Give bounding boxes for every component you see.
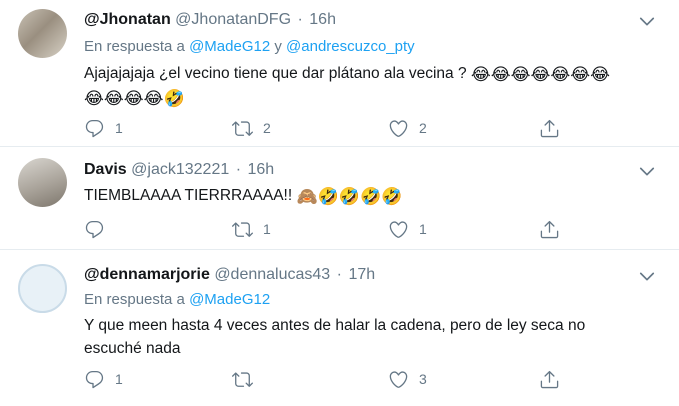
separator-dot: · <box>336 266 342 283</box>
reply-icon <box>84 219 105 240</box>
like-icon <box>388 219 409 240</box>
like-icon <box>388 369 409 390</box>
emoji-run: 🙈🤣🤣🤣🤣 <box>296 187 403 206</box>
tweet-header: @Jhonatan @JhonatanDFG · 16h <box>84 11 336 29</box>
tweet-actions: 1 2 2 <box>84 117 584 139</box>
like-button[interactable]: 2 <box>388 117 427 139</box>
user-handle[interactable]: @JhonatanDFG <box>175 11 291 28</box>
reply-icon <box>84 369 105 390</box>
retweet-button[interactable]: 2 <box>232 117 271 139</box>
tweet-text-content: TIEMBLAAAA TIERRRAAAA!! <box>84 187 293 204</box>
separator-dot: · <box>297 11 303 28</box>
mention-link[interactable]: @MadeG12 <box>189 38 270 55</box>
tweet-actions: 1 1 <box>84 218 584 240</box>
tweet-header: Davis @jack132221 · 16h <box>84 161 274 179</box>
tweet-text: Y que meen hasta 4 veces antes de halar … <box>84 314 644 360</box>
avatar[interactable] <box>18 9 67 58</box>
avatar[interactable] <box>18 264 67 313</box>
tweet-header: @dennamarjorie @dennalucas43 · 17h <box>84 266 375 284</box>
reply-button[interactable]: 1 <box>84 117 123 139</box>
like-count: 3 <box>419 371 427 387</box>
user-handle[interactable]: @dennalucas43 <box>214 266 330 283</box>
tweet-davis[interactable]: Davis @jack132221 · 16h TIEMBLAAAA TIERR… <box>0 147 679 250</box>
chevron-down-icon[interactable] <box>637 161 657 181</box>
share-button[interactable] <box>539 117 560 139</box>
emoji-run: 😂😂😂😂🤣 <box>84 89 185 108</box>
reply-count: 1 <box>115 120 123 136</box>
tweet-text-content: Ajajajajaja ¿el vecino tiene que dar plá… <box>84 65 467 82</box>
mention-join: y <box>274 38 282 55</box>
tweet-text: Ajajajajaja ¿el vecino tiene que dar plá… <box>84 62 654 110</box>
chevron-down-icon[interactable] <box>637 11 657 31</box>
emoji-run: 😂😂😂😂😂😂😂 <box>470 65 610 84</box>
retweet-button[interactable] <box>232 368 263 390</box>
display-name[interactable]: @dennamarjorie <box>84 266 210 283</box>
retweet-icon <box>232 369 253 390</box>
retweet-icon <box>232 219 253 240</box>
reply-icon <box>84 118 105 139</box>
display-name[interactable]: Davis <box>84 161 127 178</box>
reply-button[interactable]: 1 <box>84 368 123 390</box>
timestamp[interactable]: 16h <box>247 161 274 178</box>
reply-context: En respuesta a @MadeG12 <box>84 291 270 308</box>
tweet-dennamarjorie[interactable]: @dennamarjorie @dennalucas43 · 17h En re… <box>0 250 679 406</box>
like-button[interactable]: 1 <box>388 218 427 240</box>
like-count: 1 <box>419 221 427 237</box>
retweet-count: 1 <box>263 221 271 237</box>
separator-dot: · <box>235 161 242 178</box>
reply-count: 1 <box>115 371 123 387</box>
reply-prefix: En respuesta a <box>84 38 185 55</box>
display-name[interactable]: @Jhonatan <box>84 11 171 28</box>
share-icon <box>539 118 560 139</box>
timestamp[interactable]: 16h <box>309 11 336 28</box>
retweet-count: 2 <box>263 120 271 136</box>
mention-link[interactable]: @MadeG12 <box>189 291 270 308</box>
tweet-text-content: Y que meen hasta 4 veces antes de halar … <box>84 317 586 357</box>
timestamp[interactable]: 17h <box>348 266 375 283</box>
tweet-actions: 1 3 <box>84 368 584 390</box>
mention-link[interactable]: @andrescuzco_pty <box>286 38 415 55</box>
reply-prefix: En respuesta a <box>84 291 185 308</box>
retweet-button[interactable]: 1 <box>232 218 271 240</box>
share-icon <box>539 369 560 390</box>
share-button[interactable] <box>539 218 560 240</box>
avatar[interactable] <box>18 158 67 207</box>
share-icon <box>539 219 560 240</box>
share-button[interactable] <box>539 368 560 390</box>
like-count: 2 <box>419 120 427 136</box>
like-button[interactable]: 3 <box>388 368 427 390</box>
reply-context: En respuesta a @MadeG12 y @andrescuzco_p… <box>84 38 415 55</box>
tweet-text: TIEMBLAAAA TIERRRAAAA!! 🙈🤣🤣🤣🤣 <box>84 184 654 208</box>
like-icon <box>388 118 409 139</box>
reply-button[interactable] <box>84 218 115 240</box>
user-handle[interactable]: @jack132221 <box>131 161 229 178</box>
retweet-icon <box>232 118 253 139</box>
tweet-jhonatan[interactable]: @Jhonatan @JhonatanDFG · 16h En respuest… <box>0 0 679 147</box>
chevron-down-icon[interactable] <box>637 266 657 286</box>
